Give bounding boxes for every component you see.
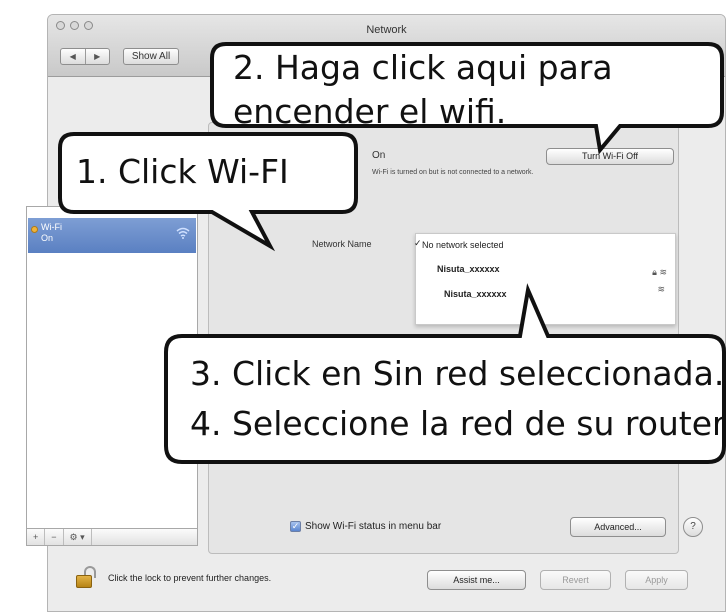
window-title: Network — [366, 24, 407, 36]
service-actions-menu[interactable]: ⚙ ▾ — [64, 529, 92, 545]
callout-step-2-line-2: encender el wifi. — [233, 92, 507, 131]
lock-body — [76, 575, 92, 588]
help-button[interactable]: ? — [683, 517, 703, 537]
add-service-button[interactable]: + — [27, 529, 46, 545]
callout-step-1: 1. Click Wi-FI — [76, 152, 289, 191]
wifi-icon — [176, 226, 190, 242]
status-dot-icon — [31, 226, 38, 233]
lock-message: Click the lock to prevent further change… — [108, 573, 272, 583]
sidebar-item-status: On — [41, 233, 54, 243]
callout-step-3: 3. Click en Sin red seleccionada. — [190, 354, 725, 393]
lock-wifi-icon: 🔒︎ ≋ — [652, 267, 667, 277]
service-list-controls: + − ⚙ ▾ — [26, 528, 198, 546]
turn-wifi-off-button[interactable]: Turn Wi-Fi Off — [546, 148, 674, 165]
status-description: Wi-Fi is turned on but is not connected … — [372, 169, 534, 176]
assist-me-button[interactable]: Assist me... — [427, 570, 526, 590]
revert-button[interactable]: Revert — [540, 570, 611, 590]
checkmark-icon: ✓ — [414, 238, 422, 248]
network-name-label: Network Name — [312, 239, 372, 249]
callout-step-4: 4. Seleccione la red de su router. — [190, 404, 726, 443]
advanced-button[interactable]: Advanced... — [570, 517, 666, 537]
show-wifi-status-checkbox[interactable]: ✓ Show Wi-Fi status in menu bar — [290, 521, 441, 532]
service-list: Wi-Fi On — [26, 206, 198, 536]
apply-button[interactable]: Apply — [625, 570, 688, 590]
back-forward-control[interactable]: ◀ ▶ — [60, 48, 110, 65]
back-button[interactable]: ◀ — [61, 49, 86, 64]
wifi-signal-icon: ≋ — [657, 284, 665, 294]
show-all-button[interactable]: Show All — [123, 48, 179, 65]
network-name-menu[interactable]: ✓ No network selected Nisuta_xxxxxx 🔒︎ ≋… — [414, 233, 676, 325]
status-value: On — [372, 150, 386, 161]
callout-step-2-line-1: 2. Haga click aqui para — [233, 48, 613, 87]
sidebar-item-label: Wi-Fi — [41, 222, 62, 232]
remove-service-button[interactable]: − — [45, 529, 64, 545]
status-label: Status: — [326, 150, 358, 161]
menu-item-network[interactable]: Nisuta_xxxxxx — [444, 289, 507, 299]
menu-item-no-network[interactable]: No network selected — [422, 240, 504, 250]
show-wifi-status-label: Show Wi-Fi status in menu bar — [305, 521, 442, 532]
checkbox-checked-icon[interactable]: ✓ — [290, 521, 301, 532]
lock-icon[interactable] — [76, 566, 96, 588]
menu-item-network[interactable]: Nisuta_xxxxxx — [437, 264, 500, 274]
sidebar-item-wifi[interactable]: Wi-Fi On — [28, 218, 196, 253]
forward-button[interactable]: ▶ — [86, 49, 110, 64]
